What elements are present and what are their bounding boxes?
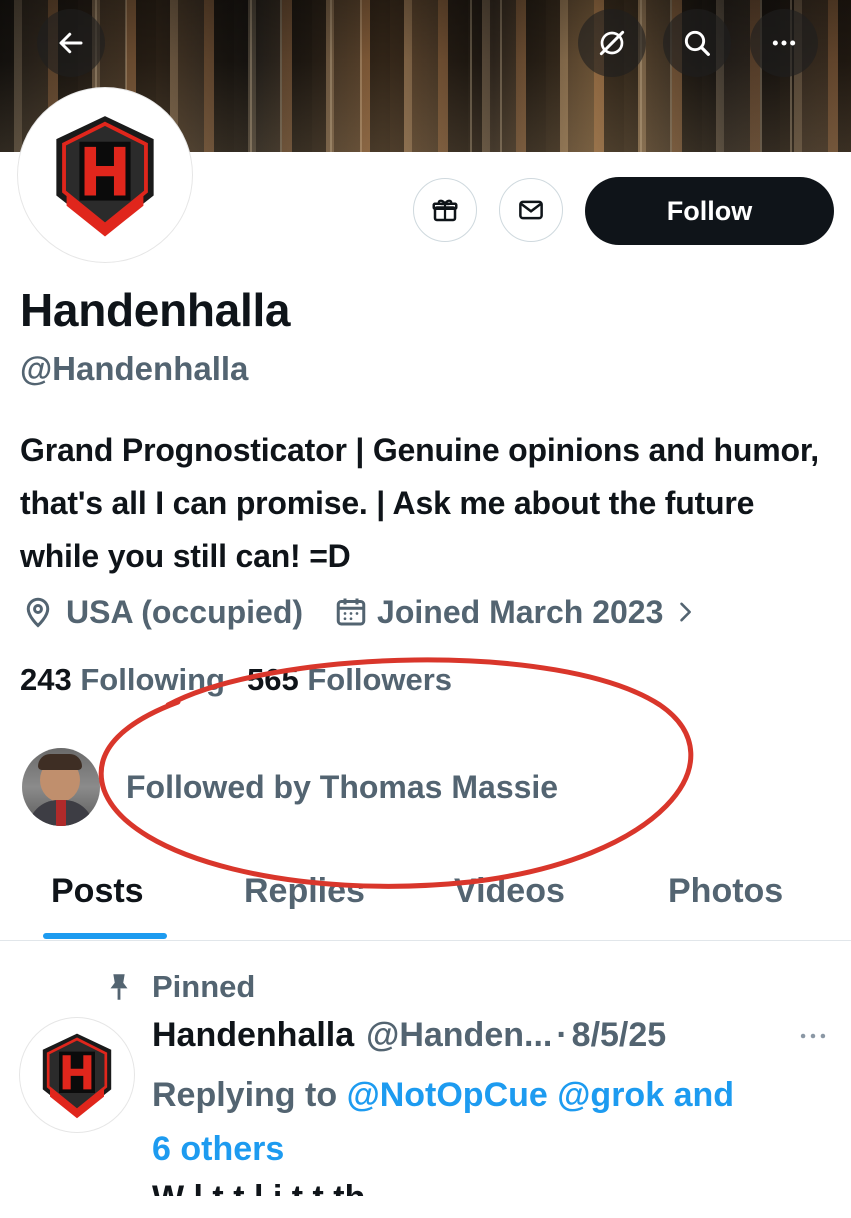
profile-bio: Grand Prognosticator | Genuine opinions … <box>20 432 820 574</box>
post-more-icon[interactable] <box>796 1026 830 1046</box>
profile-meta: USA (occupied) Joined March 2023 <box>20 590 699 634</box>
followers-link[interactable]: 565 Followers <box>247 662 452 698</box>
mention-notopcue[interactable]: @NotOpCue <box>347 1076 548 1114</box>
post-author-name[interactable]: Handenhalla <box>152 1016 354 1055</box>
post-body-cutoff: W l t t l i t t th <box>152 1179 366 1217</box>
post-author-avatar[interactable] <box>20 1018 134 1132</box>
following-link[interactable]: 243 Following <box>20 662 225 698</box>
followers-label: Followers <box>307 662 453 697</box>
tab-videos[interactable]: Videos <box>454 872 565 911</box>
following-label: Following <box>80 662 225 697</box>
post-date[interactable]: 8/5/25 <box>572 1016 667 1055</box>
location-pin-icon <box>26 597 50 628</box>
post-author-handle[interactable]: @Handen... <box>366 1016 552 1055</box>
pinned-label: Pinned <box>152 969 256 1004</box>
pinned-indicator: Pinned <box>102 965 255 1009</box>
search-icon <box>684 30 710 56</box>
post-separator: · <box>556 1016 568 1054</box>
pin-icon <box>110 974 128 1000</box>
post-header: Handenhalla @Handen... · 8/5/25 <box>152 1016 832 1055</box>
replying-to: Replying to @NotOpCue @grok and 6 others <box>152 1068 842 1176</box>
gift-icon <box>432 199 458 222</box>
tab-posts[interactable]: Posts <box>51 872 144 911</box>
mention-joiner[interactable]: and <box>674 1076 734 1114</box>
follow-counts: 243 Following 565 Followers <box>20 662 452 698</box>
follower-avatar <box>22 748 100 826</box>
envelope-icon <box>519 200 543 220</box>
location-text: USA (occupied) <box>66 593 304 630</box>
gift-button[interactable] <box>413 178 477 242</box>
calendar-icon <box>336 598 366 626</box>
following-count: 243 <box>20 662 72 697</box>
display-name: Handenhalla <box>20 284 291 336</box>
tab-replies[interactable]: Replies <box>244 872 365 911</box>
active-tab-indicator <box>43 933 167 939</box>
logo-h-icon <box>56 116 154 237</box>
followed-by-text: Followed by Thomas Massie <box>126 768 559 805</box>
follow-button[interactable]: Follow <box>585 177 834 245</box>
replying-prefix: Replying to <box>152 1076 338 1114</box>
user-handle: @Handenhalla <box>20 350 249 387</box>
message-button[interactable] <box>499 178 563 242</box>
more-button[interactable] <box>750 9 818 77</box>
back-button[interactable] <box>37 9 105 77</box>
more-icon <box>772 40 796 46</box>
grok-button[interactable] <box>578 9 646 77</box>
search-button[interactable] <box>663 9 731 77</box>
followers-count: 565 <box>247 662 299 697</box>
back-arrow-icon <box>59 32 83 54</box>
chevron-right-icon[interactable] <box>671 598 699 626</box>
joined-date: Joined March 2023 <box>377 593 664 630</box>
tab-photos[interactable]: Photos <box>668 872 783 911</box>
logo-h-icon <box>42 1033 112 1119</box>
mention-others[interactable]: 6 others <box>152 1130 284 1168</box>
mention-grok[interactable]: @grok <box>557 1076 664 1114</box>
profile-tabs: Posts Replies Videos Photos <box>0 850 851 941</box>
followed-by-row[interactable]: Followed by Thomas Massie <box>22 745 558 829</box>
grok-icon <box>599 30 625 56</box>
profile-avatar[interactable] <box>18 88 192 262</box>
